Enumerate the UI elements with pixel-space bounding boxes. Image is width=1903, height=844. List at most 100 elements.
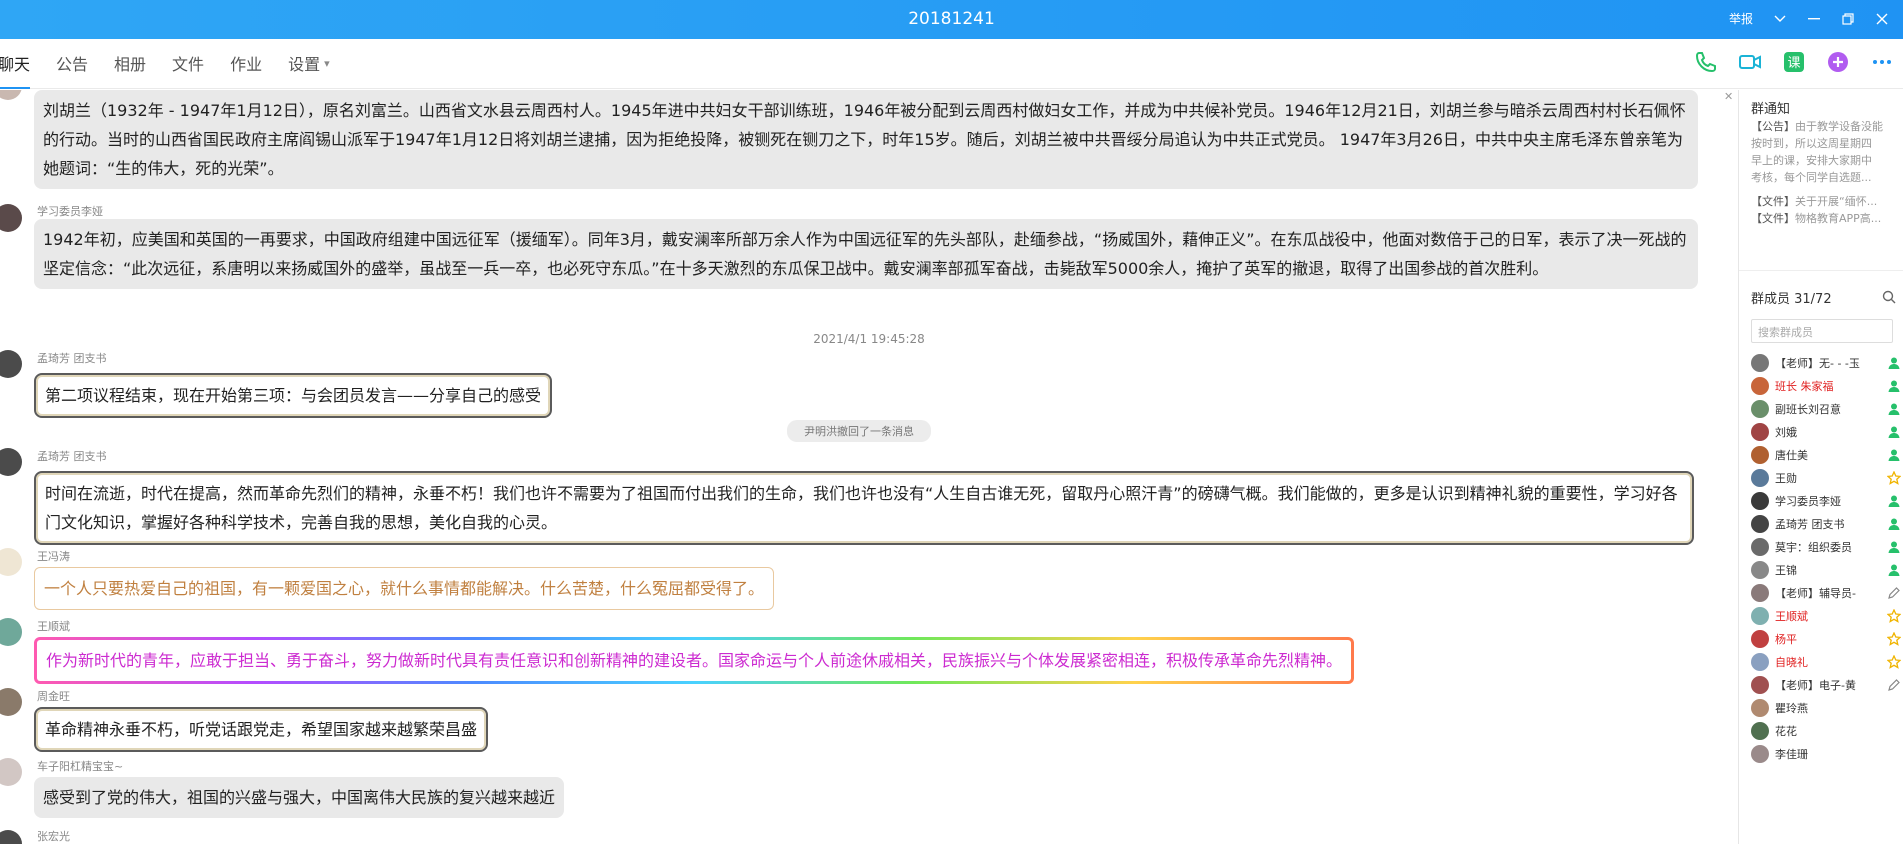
- message-sender: 孟琦芳 团支书: [37, 450, 107, 463]
- panel-close-icon[interactable]: ✕: [1724, 90, 1733, 103]
- notice-announcement-line: 早上的课，安排大家期中: [1751, 154, 1872, 167]
- member-item[interactable]: 自晓礼: [1751, 651, 1901, 673]
- member-name: 学习委员李娅: [1775, 495, 1841, 508]
- online-person-icon: [1887, 425, 1901, 439]
- member-avatar: [1751, 584, 1769, 602]
- add-app-icon[interactable]: [1825, 49, 1851, 75]
- member-avatar: [1751, 722, 1769, 740]
- notice-file[interactable]: 【文件】物格教育APP高...: [1751, 210, 1899, 227]
- online-person-icon: [1887, 540, 1901, 554]
- members-title: 群成员 31/72: [1751, 292, 1832, 307]
- member-item[interactable]: 王勋: [1751, 467, 1901, 489]
- member-name: 花花: [1775, 725, 1797, 738]
- message-bubble[interactable]: 刘胡兰（1932年 - 1947年1月12日），原名刘富兰。山西省文水县云周西村…: [34, 90, 1698, 189]
- member-avatar: [1751, 607, 1769, 625]
- tab-homework[interactable]: 作业: [230, 39, 262, 89]
- svg-text:课: 课: [1787, 56, 1800, 71]
- blank-icon: [1887, 747, 1901, 761]
- member-name: 班长 朱家福: [1775, 380, 1834, 393]
- member-name: 【老师】电子-黄: [1775, 679, 1856, 692]
- star-icon: [1887, 609, 1901, 623]
- panel-divider: [1739, 270, 1903, 271]
- message-sender: 王顺斌: [37, 620, 70, 633]
- member-name: 【老师】无- - -玉: [1775, 357, 1860, 370]
- class-icon[interactable]: 课: [1781, 49, 1807, 75]
- member-name: 孟琦芳 团支书: [1775, 518, 1845, 531]
- member-item[interactable]: 莫宇：组织委员: [1751, 536, 1901, 558]
- notice-title: 群通知: [1751, 102, 1791, 117]
- avatar[interactable]: [0, 688, 22, 716]
- member-item[interactable]: 花花: [1751, 720, 1901, 742]
- avatar[interactable]: [0, 204, 22, 232]
- tab-files[interactable]: 文件: [172, 39, 204, 89]
- member-avatar: [1751, 561, 1769, 579]
- avatar[interactable]: [0, 758, 22, 786]
- message-bubble[interactable]: 作为新时代的青年，应敢于担当、勇于奋斗，努力做新时代具有责任意识和创新精神的建设…: [34, 637, 1354, 684]
- member-item[interactable]: 杨平: [1751, 628, 1901, 650]
- recall-notice: 尹明洪撤回了一条消息: [787, 420, 931, 442]
- member-item[interactable]: 孟琦芳 团支书: [1751, 513, 1901, 535]
- member-search-input[interactable]: 搜索群成员: [1751, 319, 1893, 343]
- edit-icon: [1887, 678, 1901, 692]
- more-icon[interactable]: [1869, 49, 1895, 75]
- member-item[interactable]: 王顺斌: [1751, 605, 1901, 627]
- member-item[interactable]: 王锦: [1751, 559, 1901, 581]
- online-person-icon: [1887, 563, 1901, 577]
- message-bubble[interactable]: 感受到了党的伟大，祖国的兴盛与强大，中国离伟大民族的复兴越来越近: [34, 777, 565, 818]
- report-link[interactable]: 举报: [1729, 10, 1753, 27]
- online-person-icon: [1887, 402, 1901, 416]
- online-person-icon: [1887, 356, 1901, 370]
- tab-chat[interactable]: 聊天: [0, 39, 31, 89]
- avatar[interactable]: [0, 90, 22, 100]
- member-search-icon[interactable]: [1882, 289, 1896, 308]
- member-item[interactable]: 学习委员李娅: [1751, 490, 1901, 512]
- message-bubble[interactable]: 一个人只要热爱自己的祖国，有一颗爱国之心，就什么事情都能解决。什么苦楚，什么冤屈…: [34, 567, 775, 610]
- member-name: 李佳珊: [1775, 748, 1808, 761]
- member-item[interactable]: 刘娥: [1751, 421, 1901, 443]
- member-avatar: [1751, 653, 1769, 671]
- notice-file[interactable]: 【文件】关于开展“缅怀...: [1751, 193, 1899, 210]
- message-bubble[interactable]: 1942年初，应美国和英国的一再要求，中国政府组建中国远征军（援缅军）。同年3月…: [34, 219, 1698, 289]
- member-item[interactable]: 【老师】辅导员-: [1751, 582, 1901, 604]
- member-item[interactable]: 【老师】电子-黄: [1751, 674, 1901, 696]
- tab-settings[interactable]: 设置 ▾: [288, 39, 330, 89]
- member-name: 杨平: [1775, 633, 1797, 646]
- notice-announcement-line: 按时到，所以这周星期四: [1751, 137, 1872, 150]
- tab-announcement[interactable]: 公告: [56, 39, 88, 89]
- tabs-bar: 聊天 公告 相册 文件 作业 设置 ▾ 课: [0, 39, 1903, 89]
- chevron-down-icon: ▾: [324, 56, 330, 70]
- phone-call-icon[interactable]: [1693, 49, 1719, 75]
- avatar[interactable]: [0, 350, 22, 378]
- member-avatar: [1751, 446, 1769, 464]
- avatar[interactable]: [0, 618, 22, 646]
- member-avatar: [1751, 699, 1769, 717]
- member-item[interactable]: 李佳珊: [1751, 743, 1901, 765]
- member-item[interactable]: 唐仕美: [1751, 444, 1901, 466]
- close-icon[interactable]: [1875, 11, 1889, 27]
- notice-announcement[interactable]: 【公告】由于教学设备没能: [1751, 118, 1899, 135]
- avatar[interactable]: [0, 548, 22, 576]
- chat-area[interactable]: 刘胡兰（1932年 - 1947年1月12日），原名刘富兰。山西省文水县云周西村…: [0, 90, 1738, 844]
- online-person-icon: [1887, 494, 1901, 508]
- member-item[interactable]: 副班长刘召意: [1751, 398, 1901, 420]
- member-name: 副班长刘召意: [1775, 403, 1841, 416]
- restore-icon[interactable]: [1841, 11, 1855, 27]
- message-bubble[interactable]: 第二项议程结束，现在开始第三项：与会团员发言——分享自己的感受: [34, 373, 553, 418]
- minimize-icon[interactable]: [1807, 11, 1821, 27]
- message-sender: 张宏光: [37, 830, 70, 843]
- video-call-icon[interactable]: [1737, 49, 1763, 75]
- member-item[interactable]: 班长 朱家福: [1751, 375, 1901, 397]
- message-sender: 周金旺: [37, 690, 70, 703]
- avatar[interactable]: [0, 830, 22, 844]
- dropdown-icon[interactable]: [1773, 11, 1787, 27]
- message-timestamp: 2021/4/1 19:45:28: [813, 332, 925, 346]
- message-bubble[interactable]: 时间在流逝，时代在提高，然而革命先烈们的精神，永垂不朽！我们也许不需要为了祖国而…: [34, 471, 1694, 545]
- member-name: 莫宇：组织委员: [1775, 541, 1852, 554]
- window-controls: 举报: [1729, 10, 1889, 27]
- member-item[interactable]: 【老师】无- - -玉: [1751, 352, 1901, 374]
- member-name: 王勋: [1775, 472, 1797, 485]
- member-item[interactable]: 瞿玲燕: [1751, 697, 1901, 719]
- tab-album[interactable]: 相册: [114, 39, 146, 89]
- message-bubble[interactable]: 革命精神永垂不朽，听党话跟党走，希望国家越来越繁荣昌盛: [34, 707, 489, 752]
- avatar[interactable]: [0, 448, 22, 476]
